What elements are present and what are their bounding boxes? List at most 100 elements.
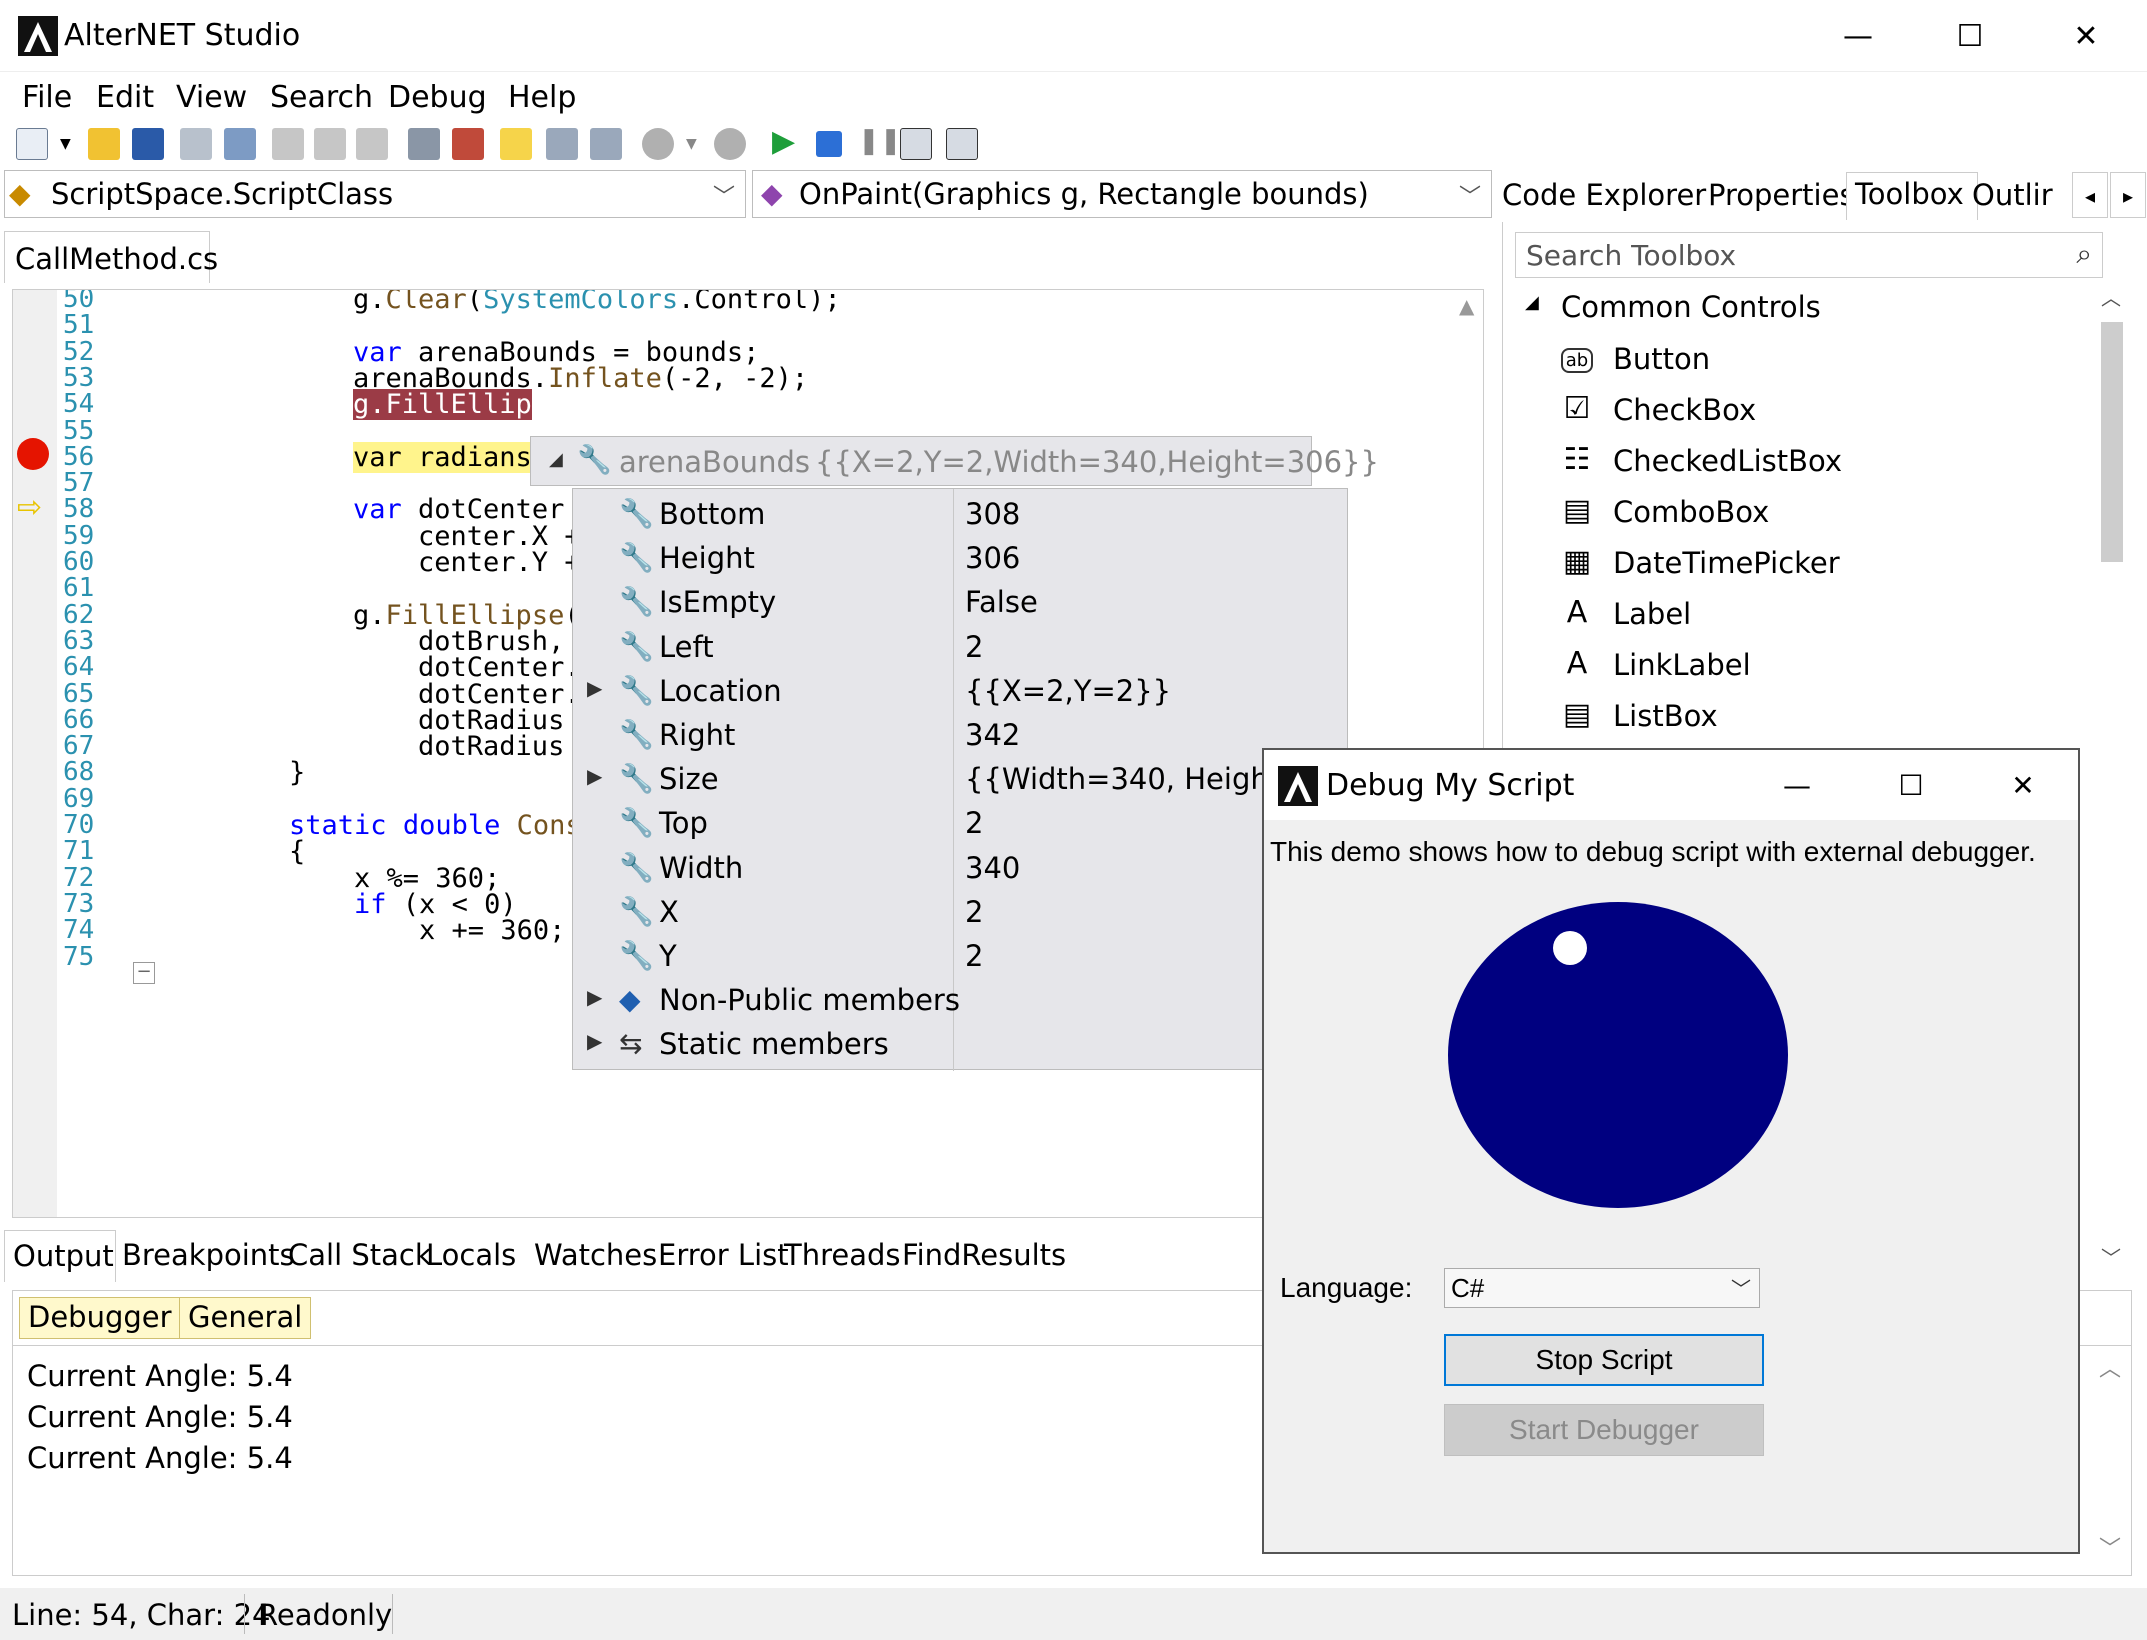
copy-icon[interactable]	[224, 128, 256, 160]
menu-edit[interactable]: Edit	[96, 80, 154, 115]
datatip-row[interactable]: 🔧 Right 342	[573, 714, 1349, 758]
nav-dropdown-icon[interactable]: ▼	[686, 136, 700, 168]
tab-outline[interactable]: Outlir	[1972, 178, 2072, 212]
run-icon[interactable]: ▶	[772, 124, 804, 159]
chevron-down-icon[interactable]: ﹀	[1459, 179, 1481, 211]
start-debugger-button[interactable]: Start Debugger	[1444, 1404, 1764, 1456]
close-button[interactable]: ✕	[2028, 0, 2144, 72]
code-line[interactable]: x += 360;	[289, 915, 565, 946]
class-selector[interactable]: ◆ ScriptSpace.ScriptClass ﹀	[4, 170, 746, 218]
menu-view[interactable]: View	[176, 80, 247, 115]
group-collapse-icon[interactable]: ◢	[1525, 292, 1539, 313]
dialog-close-button[interactable]: ✕	[1968, 750, 2078, 820]
document-tab[interactable]: CallMethod.cs	[4, 231, 218, 283]
tab-code-explorer[interactable]: Code Explorer	[1502, 178, 1706, 212]
dropdown-icon[interactable]: ▼	[60, 136, 74, 168]
tab-error-list[interactable]: Error List	[658, 1238, 789, 1272]
dialog-minimize-button[interactable]: —	[1742, 750, 1852, 820]
expand-icon[interactable]: ▶	[587, 764, 602, 788]
datatip-row[interactable]: ▶ ⇆ Static members	[573, 1023, 1349, 1067]
toolbox-group-label[interactable]: Common Controls	[1561, 290, 1821, 324]
bookmark-icon[interactable]	[500, 128, 532, 160]
static-members-icon: ⇆	[619, 1027, 643, 1061]
cut-icon[interactable]	[180, 128, 212, 160]
print-icon[interactable]	[590, 128, 622, 160]
method-selector[interactable]: ◆ OnPaint(Graphics g, Rectangle bounds) …	[752, 170, 1492, 218]
code-line[interactable]: center.Y +	[353, 547, 581, 578]
chevron-down-icon[interactable]: ﹀	[713, 179, 735, 211]
scroll-up-icon[interactable]: ▲	[1459, 294, 1474, 318]
tab-properties[interactable]: Properties	[1708, 178, 1855, 212]
datatip-row[interactable]: 🔧 IsEmpty False	[573, 581, 1349, 625]
collapse-triangle-icon[interactable]: ◢	[549, 449, 563, 470]
menu-file[interactable]: File	[22, 80, 72, 115]
stop-script-button[interactable]: Stop Script	[1444, 1334, 1764, 1386]
menu-search[interactable]: Search	[270, 80, 373, 115]
step-into-icon[interactable]	[900, 128, 932, 160]
code-line[interactable]: static double Cons	[289, 810, 582, 841]
datatip-row[interactable]: 🔧 Width 340	[573, 847, 1349, 891]
tab-locals[interactable]: Locals	[426, 1238, 516, 1272]
datatip-row[interactable]: ▶ 🔧 Location {{X=2,Y=2}}	[573, 670, 1349, 714]
stop-icon[interactable]	[816, 131, 842, 157]
datatip-row[interactable]: ▶ ◆ Non-Public members	[573, 979, 1349, 1023]
minimize-button[interactable]: —	[1800, 0, 1916, 72]
datatip-header[interactable]: ◢ 🔧 arenaBounds {{X=2,Y=2,Width=340,Heig…	[530, 436, 1379, 486]
search-icon[interactable]: ⌕	[2076, 237, 2092, 271]
tab-scroll-right-icon[interactable]: ▸	[2110, 172, 2146, 218]
toolbox-item-icon: ▤	[1562, 697, 1592, 732]
save-icon[interactable]	[132, 128, 164, 160]
tab-find-results[interactable]: FindResults	[902, 1238, 1066, 1272]
tab-toolbox-active[interactable]: Toolbox	[1846, 172, 1978, 220]
scroll-down-icon[interactable]: ﹀	[2101, 1242, 2121, 1271]
datatip-row[interactable]: 🔧 Left 2	[573, 626, 1349, 670]
datatip-row[interactable]: 🔧 Y 2	[573, 935, 1349, 979]
step-over-icon[interactable]	[946, 128, 978, 160]
code-line[interactable]: dotRadius	[353, 731, 564, 762]
expand-icon[interactable]: ▶	[587, 676, 602, 700]
tab-call-stack[interactable]: Call Stack	[288, 1238, 432, 1272]
dialog-maximize-button[interactable]: ☐	[1856, 750, 1966, 820]
toolbox-scrollbar[interactable]: ︿ ﹀	[2093, 282, 2129, 1270]
scroll-down-icon[interactable]: ﹀	[2099, 1531, 2121, 1563]
code-line[interactable]: }	[289, 757, 305, 788]
back-icon[interactable]	[642, 128, 674, 160]
datatip-row[interactable]: 🔧 Height 306	[573, 537, 1349, 581]
forward-icon[interactable]	[714, 128, 746, 160]
scroll-up-icon[interactable]: ︿	[2099, 1351, 2121, 1383]
find-icon[interactable]	[408, 128, 440, 160]
subtab-debugger[interactable]: Debugger	[19, 1297, 181, 1339]
redo-icon[interactable]	[356, 128, 388, 160]
paste-icon[interactable]	[272, 128, 304, 160]
menu-help[interactable]: Help	[508, 80, 576, 115]
arena-canvas	[1448, 902, 1788, 1208]
tab-output-active[interactable]: Output	[4, 1230, 116, 1282]
datatip-row[interactable]: 🔧 X 2	[573, 891, 1349, 935]
open-folder-icon[interactable]	[88, 128, 120, 160]
chevron-down-icon[interactable]: ﹀	[1731, 1273, 1751, 1302]
tab-scroll-left-icon[interactable]: ◂	[2072, 172, 2108, 218]
code-line[interactable]: g.FillEllip	[353, 389, 532, 421]
subtab-general[interactable]: General	[179, 1297, 312, 1339]
datatip-row[interactable]: 🔧 Top 2	[573, 802, 1349, 846]
collapse-icon[interactable]: −	[133, 962, 155, 984]
datatip-row[interactable]: 🔧 Bottom 308	[573, 493, 1349, 537]
tab-watches[interactable]: Watches	[534, 1238, 657, 1272]
pause-icon[interactable]: ❚❚	[858, 126, 902, 158]
expand-icon[interactable]: ▶	[587, 985, 602, 1009]
tab-breakpoints[interactable]: Breakpoints	[122, 1238, 295, 1272]
replace-icon[interactable]	[452, 128, 484, 160]
expand-icon[interactable]: ▶	[587, 1029, 602, 1053]
datatip-row[interactable]: ▶ 🔧 Size {{Width=340, Height=3	[573, 758, 1349, 802]
undo-icon[interactable]	[314, 128, 346, 160]
scroll-up-icon[interactable]: ︿	[2101, 282, 2121, 311]
maximize-button[interactable]: ☐	[1912, 0, 2028, 72]
toolbox-scroll-thumb[interactable]	[2101, 322, 2123, 562]
print-preview-icon[interactable]	[546, 128, 578, 160]
code-line[interactable]: g.Clear(SystemColors.Control);	[353, 290, 841, 315]
toolbox-search-input[interactable]: Search Toolbox ⌕	[1515, 232, 2103, 278]
menu-debug[interactable]: Debug	[388, 80, 487, 115]
tab-threads[interactable]: Threads	[784, 1238, 901, 1272]
new-file-icon[interactable]	[16, 128, 48, 160]
language-select[interactable]: C# ﹀	[1444, 1268, 1760, 1308]
